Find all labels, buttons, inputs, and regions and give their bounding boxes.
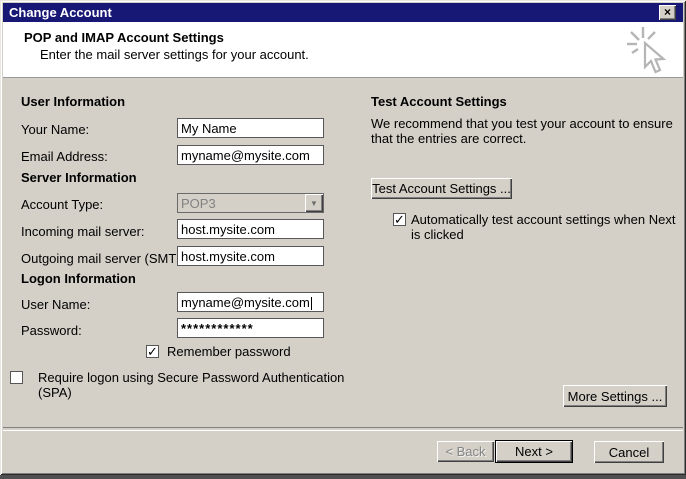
your-name-label: Your Name: xyxy=(21,122,89,137)
background-window-sliver xyxy=(0,475,686,479)
test-account-settings-button[interactable]: Test Account Settings ... xyxy=(371,178,512,199)
account-type-dropdown[interactable]: POP3 ▼ xyxy=(177,193,324,213)
spa-checkbox[interactable] xyxy=(10,371,23,384)
outgoing-server-value: host.mysite.com xyxy=(181,249,275,264)
incoming-server-input[interactable]: host.mysite.com xyxy=(177,219,324,239)
click-cursor-icon xyxy=(625,25,675,77)
logon-information-heading: Logon Information xyxy=(21,271,136,286)
user-name-value: myname@mysite.com xyxy=(181,295,310,310)
test-account-settings-button-label: Test Account Settings ... xyxy=(372,181,511,196)
page-title: POP and IMAP Account Settings xyxy=(24,30,224,45)
wizard-header: POP and IMAP Account Settings Enter the … xyxy=(3,22,683,78)
remember-password-label[interactable]: Remember password xyxy=(167,344,291,359)
incoming-server-label: Incoming mail server: xyxy=(21,224,145,239)
test-account-settings-heading: Test Account Settings xyxy=(371,94,507,109)
outgoing-server-input[interactable]: host.mysite.com xyxy=(177,246,324,266)
account-type-value: POP3 xyxy=(181,196,216,211)
check-icon: ✓ xyxy=(394,214,405,225)
incoming-server-value: host.mysite.com xyxy=(181,222,275,237)
change-account-dialog: Change Account × POP and IMAP Account Se… xyxy=(0,0,686,475)
next-button[interactable]: Next > xyxy=(495,440,573,463)
page-subtitle: Enter the mail server settings for your … xyxy=(40,47,309,62)
auto-test-label[interactable]: Automatically test account settings when… xyxy=(411,212,679,242)
text-caret xyxy=(311,297,312,310)
cancel-button-label: Cancel xyxy=(609,445,649,460)
back-button-label: < Back xyxy=(445,444,485,459)
remember-password-checkbox[interactable]: ✓ xyxy=(146,345,159,358)
more-settings-button-label: More Settings ... xyxy=(568,389,663,404)
account-type-label: Account Type: xyxy=(21,197,103,212)
password-label: Password: xyxy=(21,323,82,338)
window-title: Change Account xyxy=(9,5,112,20)
password-value: ************ xyxy=(181,321,254,336)
outgoing-server-label: Outgoing mail server (SMTP): xyxy=(21,251,193,266)
test-account-settings-description: We recommend that you test your account … xyxy=(371,116,686,146)
spa-label[interactable]: Require logon using Secure Password Auth… xyxy=(38,370,350,400)
password-input[interactable]: ************ xyxy=(177,318,324,338)
user-name-input[interactable]: myname@mysite.com xyxy=(177,292,324,312)
next-button-label: Next > xyxy=(515,444,553,459)
bottom-divider xyxy=(3,427,683,431)
server-information-heading: Server Information xyxy=(21,170,137,185)
auto-test-checkbox[interactable]: ✓ xyxy=(393,213,406,226)
email-address-input[interactable]: myname@mysite.com xyxy=(177,145,324,165)
chevron-down-icon: ▼ xyxy=(310,199,318,208)
screen: Change Account × POP and IMAP Account Se… xyxy=(0,0,686,479)
user-information-heading: User Information xyxy=(21,94,125,109)
your-name-value: My Name xyxy=(181,121,237,136)
close-button[interactable]: × xyxy=(659,5,676,20)
your-name-input[interactable]: My Name xyxy=(177,118,324,138)
more-settings-button[interactable]: More Settings ... xyxy=(563,385,667,407)
email-address-value: myname@mysite.com xyxy=(181,148,310,163)
titlebar: Change Account xyxy=(3,3,683,22)
check-icon: ✓ xyxy=(147,346,158,357)
dropdown-arrow-button[interactable]: ▼ xyxy=(305,194,323,212)
close-icon: × xyxy=(664,6,671,19)
user-name-label: User Name: xyxy=(21,297,90,312)
cancel-button[interactable]: Cancel xyxy=(594,441,664,463)
back-button[interactable]: < Back xyxy=(437,441,494,462)
email-address-label: Email Address: xyxy=(21,149,108,164)
